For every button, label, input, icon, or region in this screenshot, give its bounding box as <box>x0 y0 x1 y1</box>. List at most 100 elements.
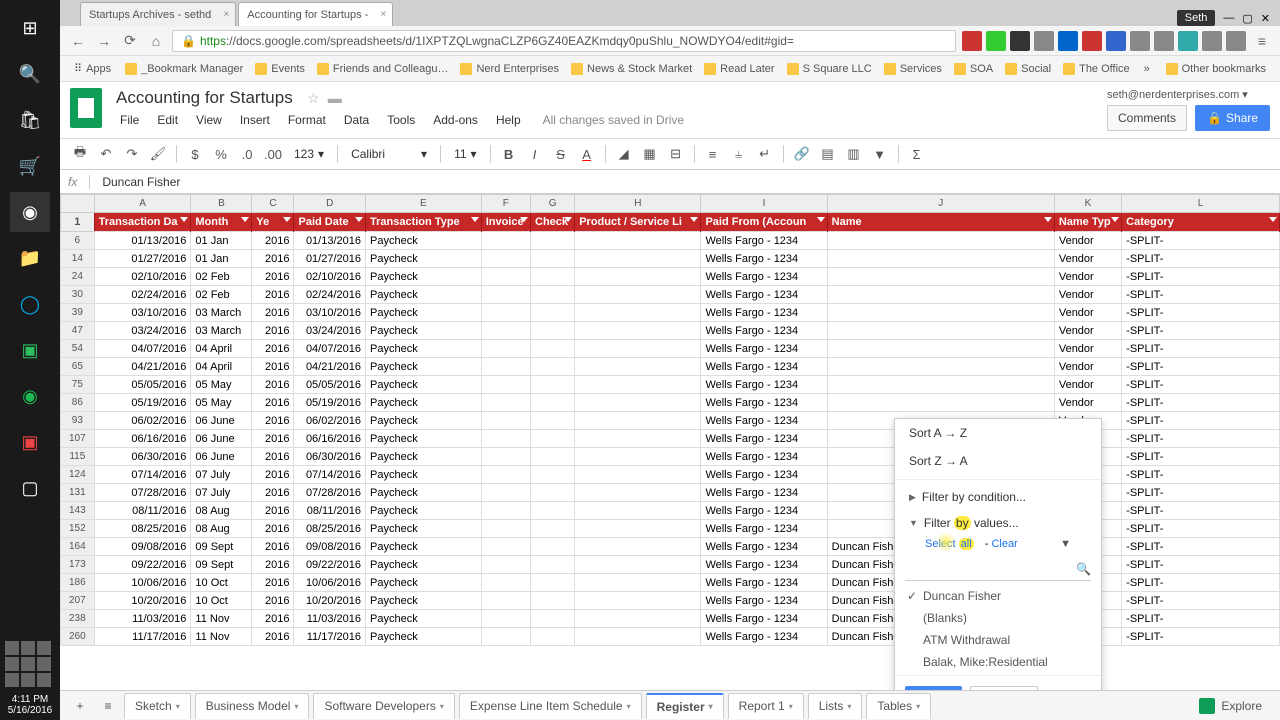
undo-icon[interactable]: ↶ <box>94 142 118 166</box>
menu-tools[interactable]: Tools <box>379 110 423 130</box>
reload-icon[interactable]: ⟳ <box>120 31 140 51</box>
extension-icon[interactable] <box>1178 31 1198 51</box>
link-icon[interactable]: 🔗 <box>790 142 814 166</box>
evernote-icon[interactable]: ▣ <box>10 330 50 370</box>
extension-icon[interactable] <box>1202 31 1222 51</box>
close-icon[interactable]: × <box>381 9 387 20</box>
back-icon[interactable]: ← <box>68 31 88 51</box>
minimize-icon[interactable]: — <box>1223 12 1234 24</box>
close-icon[interactable]: × <box>223 9 229 20</box>
comments-button[interactable]: Comments <box>1107 105 1187 131</box>
bookmark-overflow[interactable]: » <box>1138 60 1156 78</box>
search-icon[interactable]: 🔍 <box>1076 562 1091 576</box>
home-icon[interactable]: ⌂ <box>146 31 166 51</box>
menu-data[interactable]: Data <box>336 110 377 130</box>
borders-icon[interactable]: ▦ <box>638 142 662 166</box>
bookmark-item[interactable]: Events <box>249 60 311 78</box>
forward-icon[interactable]: → <box>94 31 114 51</box>
add-sheet-icon[interactable]: + <box>68 694 92 718</box>
column-header-cell[interactable]: Name Typ <box>1054 213 1121 232</box>
bookmark-item[interactable]: S Square LLC <box>781 60 878 78</box>
bookmark-item[interactable]: Read Later <box>698 60 780 78</box>
chrome-icon[interactable]: ◉ <box>10 192 50 232</box>
filter-value[interactable]: Balak, Mike:Residential <box>895 651 1101 673</box>
start-icon[interactable]: ⊞ <box>10 8 50 48</box>
percent-icon[interactable]: % <box>209 142 233 166</box>
menu-view[interactable]: View <box>188 110 230 130</box>
bold-icon[interactable]: B <box>497 142 521 166</box>
comment-icon[interactable]: ▤ <box>816 142 840 166</box>
col-header[interactable]: B <box>191 195 252 213</box>
redo-icon[interactable]: ↷ <box>120 142 144 166</box>
store-icon[interactable]: 🛍 <box>10 100 50 140</box>
sheets-logo-icon[interactable] <box>70 88 102 128</box>
extension-icon[interactable] <box>986 31 1006 51</box>
browser-tab[interactable]: Startups Archives - sethd× <box>80 2 236 26</box>
sheet-tab[interactable]: Sketch ▾ <box>124 693 191 719</box>
bookmark-item[interactable]: Friends and Colleagu… <box>311 60 455 78</box>
column-header-cell[interactable]: Invoice <box>481 213 530 232</box>
table-row[interactable]: 75 05/05/201605 May2016 05/05/2016Payche… <box>61 376 1280 394</box>
column-header-cell[interactable]: Ye <box>252 213 294 232</box>
extension-icon[interactable] <box>1130 31 1150 51</box>
col-header[interactable]: F <box>481 195 530 213</box>
star-icon[interactable]: ☆ <box>307 90 320 107</box>
ok-button[interactable]: OK <box>905 686 962 690</box>
system-tray[interactable] <box>2 638 58 690</box>
col-header[interactable]: H <box>575 195 701 213</box>
column-header-cell[interactable]: Transaction Type <box>366 213 482 232</box>
filter-value[interactable]: (Blanks) <box>895 607 1101 629</box>
table-row[interactable]: 86 05/19/201605 May2016 05/19/2016Payche… <box>61 394 1280 412</box>
sheet-tab[interactable]: Expense Line Item Schedule ▾ <box>459 693 642 719</box>
filter-value[interactable]: Duncan Fisher <box>895 585 1101 607</box>
menu-file[interactable]: File <box>112 110 147 130</box>
app-icon[interactable]: ▣ <box>10 422 50 462</box>
bookmark-item[interactable]: Nerd Enterprises <box>454 60 565 78</box>
table-row[interactable]: 30 02/24/201602 Feb2016 02/24/2016Payche… <box>61 286 1280 304</box>
strike-icon[interactable]: S <box>549 142 573 166</box>
column-header-cell[interactable]: Product / Service Li <box>575 213 701 232</box>
format-select[interactable]: 123 ▾ <box>287 143 331 165</box>
extension-icon[interactable] <box>1010 31 1030 51</box>
menu-insert[interactable]: Insert <box>232 110 278 130</box>
search-icon[interactable]: 🔍 <box>10 54 50 94</box>
col-header[interactable]: J <box>827 195 1054 213</box>
col-header[interactable]: C <box>252 195 294 213</box>
table-row[interactable]: 65 04/21/201604 April2016 04/21/2016Payc… <box>61 358 1280 376</box>
col-header[interactable]: I <box>701 195 827 213</box>
spotify-icon[interactable]: ◉ <box>10 376 50 416</box>
clear-link[interactable]: Clear <box>991 538 1017 550</box>
dec-increase-icon[interactable]: .00 <box>261 142 285 166</box>
sheet-tab[interactable]: Register ▾ <box>646 693 724 719</box>
font-select[interactable]: Calibri ▾ <box>344 143 434 165</box>
column-header-cell[interactable]: Paid Date <box>294 213 366 232</box>
dec-decrease-icon[interactable]: .0 <box>235 142 259 166</box>
filter-icon[interactable]: ▼ <box>868 142 892 166</box>
select-all-link[interactable]: Select all <box>925 538 974 550</box>
wrap-icon[interactable]: ↵ <box>753 142 777 166</box>
col-header[interactable]: L <box>1122 195 1280 213</box>
bookmark-item[interactable]: Services <box>878 60 948 78</box>
sheet-tab[interactable]: Lists ▾ <box>808 693 863 719</box>
explore-button[interactable]: Explore <box>1189 694 1272 718</box>
sheet-tab[interactable]: Business Model ▾ <box>195 693 310 719</box>
table-row[interactable]: 39 03/10/201603 March2016 03/10/2016Payc… <box>61 304 1280 322</box>
sigma-icon[interactable]: Σ <box>905 142 929 166</box>
filter-search-input[interactable] <box>905 558 1076 580</box>
folder-icon[interactable]: ▬ <box>328 90 342 107</box>
halign-icon[interactable]: ≡ <box>701 142 725 166</box>
chart-icon[interactable]: ▥ <box>842 142 866 166</box>
table-row[interactable]: 6 01/13/201601 Jan2016 01/13/2016Paychec… <box>61 232 1280 250</box>
col-header[interactable]: G <box>531 195 575 213</box>
clock[interactable]: 4:11 PM 5/16/2016 <box>4 690 57 720</box>
extension-icon[interactable] <box>1058 31 1078 51</box>
sheet-tab[interactable]: Report 1 ▾ <box>728 693 804 719</box>
extension-icon[interactable] <box>1082 31 1102 51</box>
filter-value[interactable]: ATM Withdrawal <box>895 629 1101 651</box>
menu-add-ons[interactable]: Add-ons <box>425 110 486 130</box>
italic-icon[interactable]: I <box>523 142 547 166</box>
menu-help[interactable]: Help <box>488 110 529 130</box>
extension-icon[interactable] <box>1106 31 1126 51</box>
fontsize-select[interactable]: 11 ▾ <box>447 143 484 165</box>
fill-icon[interactable]: ◢ <box>612 142 636 166</box>
